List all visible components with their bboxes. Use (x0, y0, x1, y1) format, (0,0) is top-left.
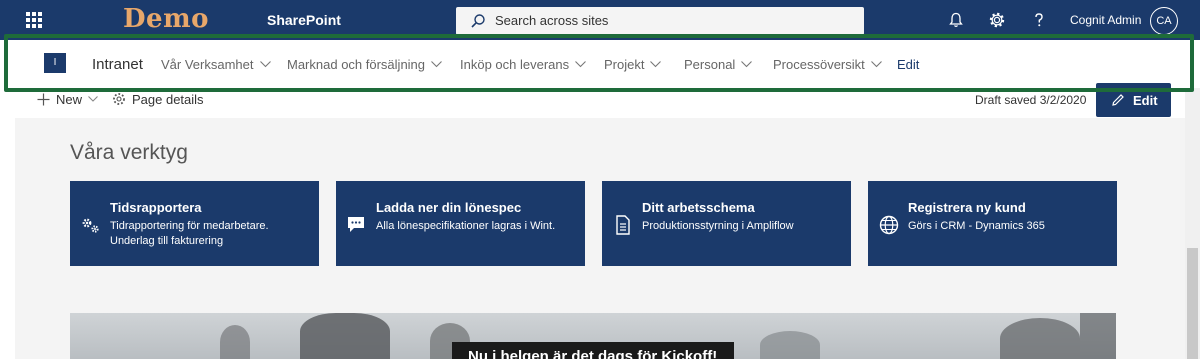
page-details-button[interactable]: Page details (112, 92, 204, 107)
chevron-down-icon (431, 61, 442, 68)
nav-item-label: Inköp och leverans (460, 57, 570, 72)
nav-item-inkop[interactable]: Inköp och leverans (460, 57, 587, 72)
nav-item-personal[interactable]: Personal (684, 57, 753, 72)
app-launcher-icon[interactable] (26, 12, 42, 28)
tool-tile-lonespec[interactable]: Ladda ner din lönespec Alla lönespecifik… (336, 181, 585, 266)
brand-logo[interactable]: Demo (123, 4, 209, 34)
new-button[interactable]: New (37, 92, 98, 107)
chat-icon (348, 217, 364, 232)
nav-item-marknad[interactable]: Marknad och försäljning (287, 57, 442, 72)
section-title: Våra verktyg (70, 141, 188, 164)
nav-edit-link[interactable]: Edit (897, 57, 919, 72)
nav-item-label: Processöversikt (773, 57, 865, 72)
tile-title: Tidsrapportera (110, 200, 202, 215)
chevron-down-icon (88, 96, 98, 102)
suite-bar: Demo SharePoint Search across sites Cogn… (0, 0, 1200, 40)
nav-item-label: Marknad och försäljning (287, 57, 426, 72)
search-input[interactable]: Search across sites (495, 13, 608, 28)
hero-banner-text: Nu i helgen är det dags för Kickoff! (468, 348, 718, 359)
tile-title: Ditt arbetsschema (642, 200, 755, 215)
chevron-down-icon (870, 61, 882, 68)
site-title[interactable]: Intranet (92, 56, 143, 73)
document-icon (616, 215, 630, 235)
nav-item-projekt[interactable]: Projekt (604, 57, 662, 72)
globe-icon (879, 215, 899, 235)
avatar[interactable]: CA (1150, 7, 1178, 35)
help-icon[interactable] (1030, 11, 1048, 29)
site-logo[interactable]: I (44, 53, 66, 73)
chevron-down-icon (650, 61, 662, 68)
draft-status: Draft saved 3/2/2020 (975, 93, 1087, 107)
scrollbar-thumb[interactable] (1187, 248, 1198, 359)
nav-item-label: Projekt (604, 57, 645, 72)
tile-description: Tidrapportering för medarbetare. Underla… (110, 220, 269, 247)
tool-tile-arbetsschema[interactable]: Ditt arbetsschema Produktionsstyrning i … (602, 181, 851, 266)
gear-icon (113, 93, 125, 105)
search-box[interactable]: Search across sites (456, 7, 864, 35)
gear-icon[interactable] (988, 11, 1006, 29)
nav-item-var-verksamhet[interactable]: Vår Verksamhet (161, 57, 271, 72)
nav-item-processoversikt[interactable]: Processöversikt (773, 57, 882, 72)
edit-button[interactable]: Edit (1096, 83, 1171, 117)
new-label: New (56, 92, 83, 107)
tile-description: Produktionsstyrning i Ampliflow (642, 220, 794, 232)
hero-banner[interactable]: Nu i helgen är det dags för Kickoff! (452, 342, 734, 359)
bell-icon[interactable] (947, 11, 965, 29)
app-name[interactable]: SharePoint (267, 12, 341, 28)
tile-title: Registrera ny kund (908, 200, 1026, 215)
nav-item-label: Personal (684, 57, 736, 72)
page-left-margin (0, 88, 15, 359)
tool-tile-registrera-kund[interactable]: Registrera ny kund Görs i CRM - Dynamics… (868, 181, 1117, 266)
tile-title: Ladda ner din lönespec (376, 200, 522, 215)
tile-description: Görs i CRM - Dynamics 365 (908, 220, 1045, 232)
chevron-down-icon (741, 61, 753, 68)
page-details-label: Page details (132, 92, 204, 107)
plus-icon (37, 93, 50, 106)
nav-item-label: Vår Verksamhet (161, 57, 254, 72)
chevron-down-icon (259, 61, 271, 68)
pencil-icon (1112, 94, 1124, 106)
gears-icon (82, 218, 99, 233)
user-name[interactable]: Cognit Admin (1070, 13, 1141, 27)
chevron-down-icon (575, 61, 587, 68)
tile-description: Alla lönespecifikationer lagras i Wint. (376, 220, 556, 232)
tool-tile-tidsrapportera[interactable]: Tidsrapportera Tidrapportering för medar… (70, 181, 319, 266)
search-icon (471, 14, 485, 28)
edit-button-label: Edit (1133, 93, 1158, 108)
